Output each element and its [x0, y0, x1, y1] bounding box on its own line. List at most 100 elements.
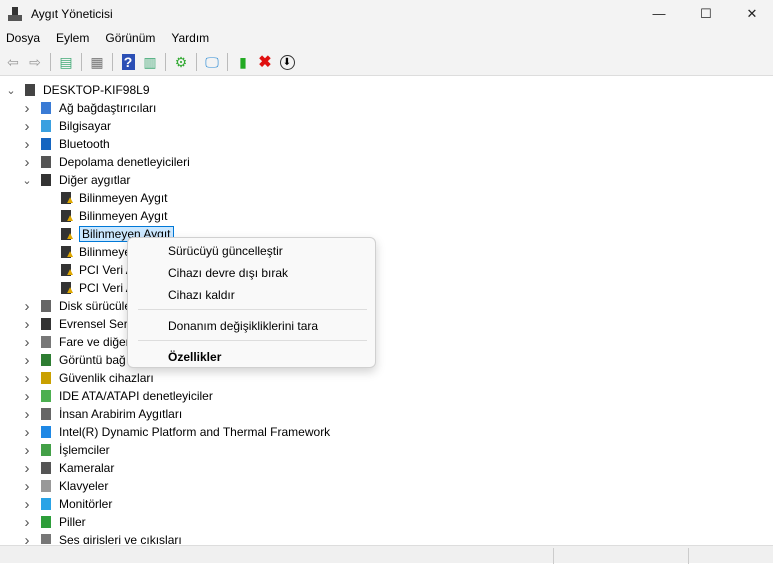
intel-dptf-icon	[38, 424, 54, 440]
warning-icon: ▲	[65, 231, 75, 242]
device-manager-icon	[8, 6, 22, 21]
tree-item-label: Kameralar	[59, 461, 115, 475]
tree-item[interactable]: › İşlemciler	[25, 441, 110, 459]
chevron-right-icon[interactable]: ›	[22, 100, 32, 117]
maximize-button[interactable]: ☐	[683, 0, 729, 27]
chevron-right-icon[interactable]: ›	[22, 298, 32, 315]
tree-item[interactable]: › IDE ATA/ATAPI denetleyiciler	[25, 387, 213, 405]
chevron-right-icon[interactable]: ›	[22, 334, 32, 351]
tree-item[interactable]: ▲ Bilinmeyen Aygıt	[58, 207, 168, 225]
tree-item-label: PCI Veri A	[79, 281, 134, 295]
warning-icon: ▲	[65, 249, 75, 260]
tree-item-label: Diğer aygıtlar	[59, 173, 131, 187]
tree-item-label: Ses girişleri ve çıkışları	[59, 533, 182, 544]
toolbar-separator	[196, 53, 197, 71]
chevron-right-icon[interactable]: ›	[22, 424, 32, 441]
tree-item-label: Disk sürücüle	[59, 299, 132, 313]
toolbar-separator	[81, 53, 82, 71]
warning-icon: ▲	[65, 195, 75, 206]
update-driver-icon[interactable]: ⚙	[170, 51, 192, 73]
help-icon[interactable]: ?	[117, 51, 139, 73]
menu-separator	[138, 309, 367, 310]
warning-icon: ▲	[65, 267, 75, 278]
tree-item[interactable]: › Kameralar	[25, 459, 115, 477]
tree-item[interactable]: › Ses girişleri ve çıkışları	[25, 531, 182, 544]
chevron-right-icon[interactable]: ›	[22, 514, 32, 531]
computer-icon	[38, 118, 54, 134]
tree-item[interactable]: ▲ PCI Veri A	[58, 261, 134, 279]
network-adapter-icon	[38, 100, 54, 116]
tree-item[interactable]: ⌄ DESKTOP-KIF98L9	[6, 81, 150, 99]
properties-menu-item[interactable]: Özellikler	[168, 350, 221, 364]
tree-item[interactable]: › Görüntü bağ	[25, 351, 126, 369]
close-button[interactable]: ✕	[729, 0, 773, 27]
scan-hardware-icon[interactable]: 🖵	[201, 51, 223, 73]
tree-item[interactable]: › İnsan Arabirim Aygıtları	[25, 405, 183, 423]
chevron-right-icon[interactable]: ›	[22, 118, 32, 135]
chevron-right-icon[interactable]: ›	[22, 532, 32, 545]
toolbar-separator	[50, 53, 51, 71]
tree-item-label: Bluetooth	[59, 137, 110, 151]
hid-icon	[38, 406, 54, 422]
tree-item-label: İşlemciler	[59, 443, 110, 457]
warning-icon: ▲	[65, 285, 75, 296]
chevron-right-icon[interactable]: ›	[22, 496, 32, 513]
update-driver-menu-item[interactable]: Sürücüyü güncelleştir	[168, 244, 283, 258]
action-pane-icon[interactable]: ▥	[139, 51, 161, 73]
tree-item[interactable]: › Ağ bağdaştırıcıları	[25, 99, 157, 117]
show-hide-console-tree-icon[interactable]: ▤	[55, 51, 77, 73]
tree-item-label: Görüntü bağ	[59, 353, 126, 367]
chevron-right-icon[interactable]: ›	[22, 406, 32, 423]
tree-item[interactable]: › Evrensel Seri	[25, 315, 131, 333]
menu-eylem[interactable]: Eylem	[50, 31, 95, 45]
chevron-right-icon[interactable]: ›	[22, 136, 32, 153]
tree-item[interactable]: › Depolama denetleyicileri	[25, 153, 190, 171]
unknown-device-icon: ▲	[58, 280, 75, 296]
disable-device-icon[interactable]: ⬇	[276, 51, 298, 73]
camera-icon	[38, 460, 54, 476]
chevron-right-icon[interactable]: ›	[22, 388, 32, 405]
tree-item[interactable]: › Bluetooth	[25, 135, 110, 153]
tree-item[interactable]: › Fare ve diğer	[25, 333, 130, 351]
menu-gorunum[interactable]: Görünüm	[99, 31, 161, 45]
chevron-right-icon[interactable]: ›	[22, 460, 32, 477]
toolbar: ⇦ ⇨ ▤ ▦ ? ▥ ⚙ 🖵 ▮ ✖ ⬇	[0, 49, 773, 76]
tree-item-label: Depolama denetleyicileri	[59, 155, 190, 169]
tree-item[interactable]: › Disk sürücüle	[25, 297, 132, 315]
disable-device-menu-item[interactable]: Cihazı devre dışı bırak	[168, 266, 288, 280]
menu-dosya[interactable]: Dosya	[0, 31, 46, 45]
tree-item[interactable]: › Klavyeler	[25, 477, 109, 495]
tree-item[interactable]: › Intel(R) Dynamic Platform and Thermal F…	[25, 423, 331, 441]
tree-item[interactable]: ▲ PCI Veri A	[58, 279, 134, 297]
enable-device-icon[interactable]: ▮	[232, 51, 254, 73]
uninstall-device-icon[interactable]: ✖	[254, 51, 276, 73]
status-divider	[688, 548, 689, 564]
unknown-device-icon: ▲	[58, 244, 75, 260]
tree-item[interactable]: › Monitörler	[25, 495, 113, 513]
chevron-right-icon[interactable]: ›	[22, 352, 32, 369]
device-tree: ⌄ DESKTOP-KIF98L9 › Ağ bağdaştırıcıları › Bil…	[0, 77, 757, 544]
tree-item-label: Piller	[59, 515, 86, 529]
chevron-right-icon[interactable]: ›	[22, 154, 32, 171]
processor-icon	[38, 442, 54, 458]
properties-icon[interactable]: ▦	[86, 51, 108, 73]
chevron-right-icon[interactable]: ›	[22, 370, 32, 387]
uninstall-device-menu-item[interactable]: Cihazı kaldır	[168, 288, 235, 302]
tree-item[interactable]: ⌄ Diğer aygıtlar	[22, 171, 131, 189]
chevron-down-icon[interactable]: ⌄	[22, 174, 32, 187]
tree-item-label: İnsan Arabirim Aygıtları	[59, 407, 183, 421]
tree-item[interactable]: › Güvenlik cihazları	[25, 369, 154, 387]
forward-icon[interactable]: ⇨	[24, 51, 46, 73]
chevron-down-icon[interactable]: ⌄	[6, 84, 16, 97]
scan-hardware-menu-item[interactable]: Donanım değişikliklerini tara	[168, 319, 318, 333]
chevron-right-icon[interactable]: ›	[22, 316, 32, 333]
tree-item[interactable]: › Bilgisayar	[25, 117, 112, 135]
chevron-right-icon[interactable]: ›	[22, 442, 32, 459]
toolbar-separator	[112, 53, 113, 71]
menu-yardim[interactable]: Yardım	[165, 31, 215, 45]
minimize-button[interactable]: —	[636, 0, 682, 27]
back-icon[interactable]: ⇦	[2, 51, 24, 73]
tree-item[interactable]: › Piller	[25, 513, 86, 531]
chevron-right-icon[interactable]: ›	[22, 478, 32, 495]
tree-item[interactable]: ▲ Bilinmeyen Aygıt	[58, 189, 168, 207]
